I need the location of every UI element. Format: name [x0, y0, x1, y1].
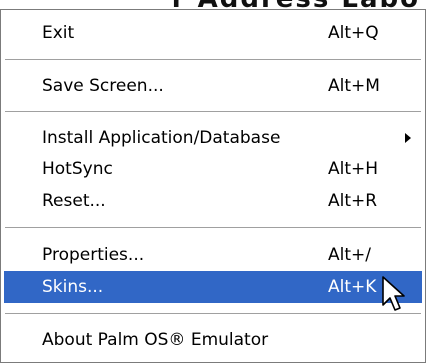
menu-item-label: HotSync [42, 159, 113, 179]
submenu-arrow-icon [405, 133, 411, 143]
menu-separator [5, 111, 421, 113]
menu-item-save-screen[interactable]: Save Screen... Alt+M [4, 70, 422, 102]
menu-item-shortcut: Alt+H [328, 159, 379, 179]
menu-item-label: Save Screen... [42, 76, 164, 96]
menu-item-shortcut: Alt+Q [328, 23, 379, 43]
menu-item-label: Skins... [42, 277, 104, 297]
menu-item-about[interactable]: About Palm OS® Emulator [4, 324, 422, 356]
menu-item-properties[interactable]: Properties... Alt+/ [4, 239, 422, 271]
arrow-pointer-icon [382, 276, 405, 311]
menu-item-label: Exit [42, 23, 75, 43]
menu-item-label: Reset... [42, 191, 106, 211]
menu-item-exit[interactable]: Exit Alt+Q [4, 17, 422, 49]
menu-item-install-application[interactable]: Install Application/Database [4, 122, 422, 154]
menu-item-shortcut: Alt+/ [328, 245, 371, 265]
emulator-context-menu: Exit Alt+Q Save Screen... Alt+M Install … [0, 9, 426, 363]
menu-separator [5, 59, 421, 61]
menu-separator [5, 313, 421, 315]
menu-item-shortcut: Alt+R [328, 191, 378, 211]
menu-item-hotsync[interactable]: HotSync Alt+H [4, 153, 422, 185]
menu-item-shortcut: Alt+M [328, 76, 380, 96]
menu-item-skins[interactable]: Skins... Alt+K [4, 271, 422, 303]
menu-item-shortcut: Alt+K [328, 277, 377, 297]
menu-separator [5, 227, 421, 229]
menu-item-label: Properties... [42, 245, 145, 265]
menu-item-label: Install Application/Database [42, 128, 281, 148]
menu-item-reset[interactable]: Reset... Alt+R [4, 185, 422, 217]
menu-item-label: About Palm OS® Emulator [42, 330, 269, 350]
